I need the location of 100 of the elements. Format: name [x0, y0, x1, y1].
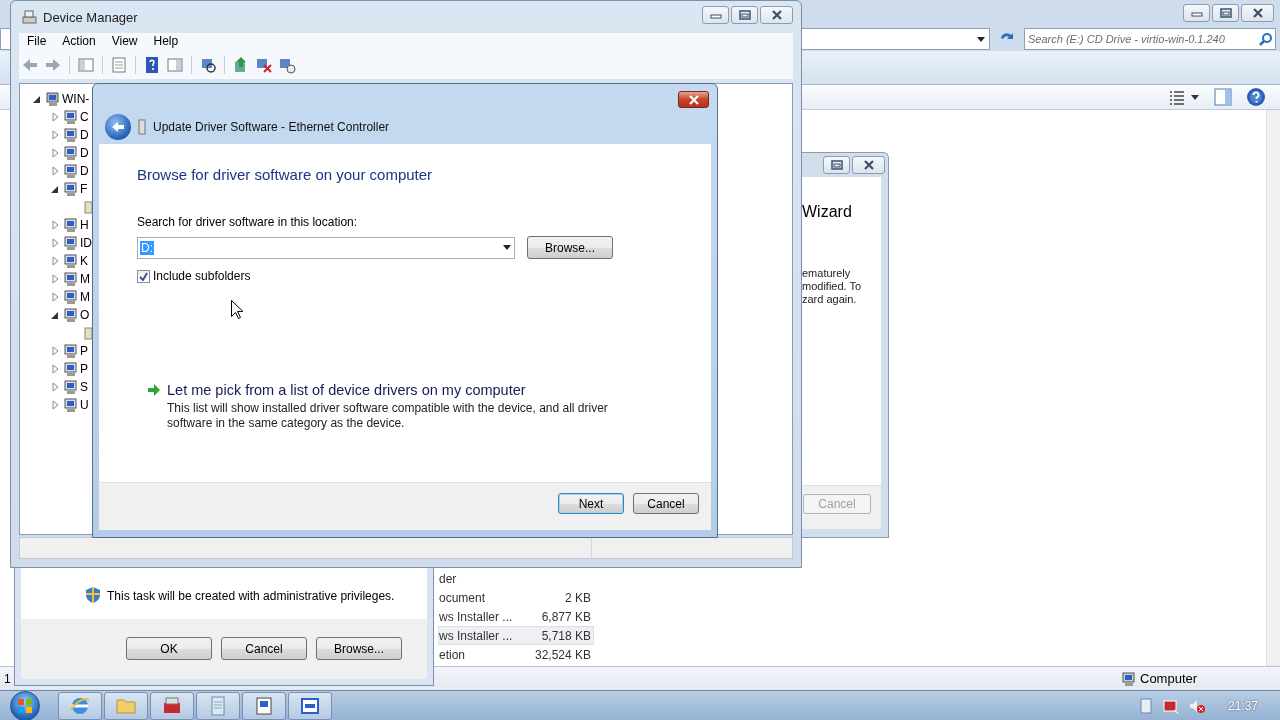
device-icon	[62, 289, 78, 305]
taskbar-button[interactable]	[288, 691, 332, 720]
maximize-button[interactable]	[1212, 4, 1239, 22]
disable-device-icon[interactable]	[255, 56, 273, 74]
uninstall-device-icon[interactable]	[278, 56, 296, 74]
expand-arrow-icon[interactable]	[50, 130, 60, 140]
device-icon	[62, 145, 78, 161]
tree-item[interactable]: H	[80, 218, 89, 232]
device-icon	[62, 127, 78, 143]
scan-hardware-icon[interactable]	[199, 56, 217, 74]
tree-item[interactable]: K	[80, 254, 88, 268]
device-icon	[62, 235, 78, 251]
tree-item[interactable]: M	[80, 272, 90, 286]
collapse-arrow-icon[interactable]	[32, 94, 42, 104]
menu-item[interactable]: View	[103, 33, 146, 51]
tree-item[interactable]: ID	[80, 236, 92, 250]
checkbox-label[interactable]: Include subfolders	[153, 269, 251, 283]
taskbar-button[interactable]	[242, 691, 286, 720]
tree-item[interactable]: F	[80, 182, 88, 196]
search-field[interactable]: Search (E:) CD Drive - virtio-win-0.1.240	[1024, 28, 1276, 50]
expand-arrow-icon[interactable]	[50, 382, 60, 392]
forward-arrow-icon[interactable]	[44, 56, 62, 74]
tree-item[interactable]: D	[80, 164, 89, 178]
device-icon	[1120, 670, 1136, 687]
close-button[interactable]	[852, 156, 885, 174]
tree-item[interactable]: O	[80, 308, 90, 322]
tree-item[interactable]: S	[80, 380, 88, 394]
expand-arrow-icon[interactable]	[50, 346, 60, 356]
maximize-button[interactable]	[731, 6, 758, 24]
document-icon[interactable]	[1137, 697, 1154, 714]
tree-item[interactable]: D	[80, 146, 89, 160]
collapse-arrow-icon[interactable]	[50, 184, 60, 194]
expand-arrow-icon[interactable]	[50, 166, 60, 176]
tree-item[interactable]: C	[80, 110, 89, 124]
view-list-icon[interactable]	[1168, 89, 1186, 105]
cancel-button[interactable]: Cancel	[633, 493, 699, 514]
link[interactable]: Let me pick from a list of device drivers on my computer	[167, 382, 622, 398]
menu-item[interactable]: File	[19, 33, 55, 51]
minimize-button[interactable]	[1183, 4, 1210, 22]
expand-arrow-icon[interactable]	[50, 292, 60, 302]
expand-arrow-icon[interactable]	[50, 256, 60, 266]
browse-button[interactable]: Browse...	[527, 236, 613, 259]
tree-item[interactable]: D	[80, 128, 89, 142]
close-button[interactable]	[1241, 4, 1274, 22]
menu-item[interactable]: Action	[54, 33, 104, 51]
tree-item[interactable]: P	[80, 344, 88, 358]
device-icon	[62, 163, 78, 179]
expand-arrow-icon[interactable]	[50, 364, 60, 374]
close-button[interactable]	[678, 91, 709, 108]
window-title: Device Manager	[43, 9, 139, 25]
tree-item[interactable]: WIN-	[62, 92, 90, 106]
network-icon[interactable]	[1161, 697, 1180, 714]
tree-item[interactable]: U	[80, 398, 89, 412]
file-row[interactable]: ws Installer ... 6,877 KB	[438, 607, 594, 626]
next-button[interactable]: Next	[558, 493, 624, 514]
menu-item[interactable]: Help	[145, 33, 187, 51]
expand-arrow-icon[interactable]	[50, 274, 60, 284]
expand-arrow-icon[interactable]	[50, 400, 60, 410]
help-icon[interactable]	[143, 56, 161, 74]
scrollbar[interactable]	[1266, 110, 1280, 666]
wizard-text: ematurely	[802, 267, 852, 280]
dropdown-arrow-icon[interactable]	[502, 243, 512, 252]
dialog-button[interactable]: Browse...	[316, 637, 402, 660]
device-icon	[62, 109, 78, 125]
start-button[interactable]	[10, 691, 40, 720]
file-row[interactable]: ws Installer ... 5,718 KB	[438, 626, 594, 645]
file-type-text: ws Installer ...	[439, 609, 514, 624]
back-button[interactable]	[105, 114, 131, 140]
file-row[interactable]: ocument 2 KB	[438, 588, 594, 607]
help-icon[interactable]	[1246, 87, 1266, 107]
start-logo-icon	[17, 697, 33, 714]
taskbar-button[interactable]	[196, 691, 240, 720]
minimize-button[interactable]	[702, 6, 729, 24]
expand-arrow-icon[interactable]	[50, 238, 60, 248]
close-button[interactable]	[760, 6, 793, 24]
computer-icon	[21, 9, 37, 25]
file-size-text: 6,877 KB	[540, 609, 591, 624]
file-row[interactable]: der	[438, 569, 594, 588]
taskbar-button[interactable]	[58, 691, 102, 720]
expand-arrow-icon[interactable]	[50, 220, 60, 230]
arrow-icon	[147, 383, 161, 397]
close-icon	[687, 94, 700, 105]
taskbar-button[interactable]	[150, 691, 194, 720]
tree-item[interactable]: M	[80, 290, 90, 304]
device-icon	[44, 91, 60, 107]
device-icon	[62, 307, 78, 323]
dropdown-arrow-icon[interactable]	[1190, 92, 1200, 102]
expand-arrow-icon[interactable]	[50, 112, 60, 122]
maximize-button[interactable]	[823, 156, 850, 174]
collapse-arrow-icon[interactable]	[50, 310, 60, 320]
checkbox[interactable]	[137, 269, 150, 283]
tree-item[interactable]: P	[80, 362, 88, 376]
expand-arrow-icon[interactable]	[50, 148, 60, 158]
close-icon	[770, 10, 783, 20]
search-icon[interactable]	[1259, 32, 1273, 46]
back-arrow-icon[interactable]	[21, 56, 39, 74]
taskbar-button[interactable]	[104, 691, 148, 720]
file-row[interactable]: etion 32,524 KB	[438, 645, 594, 664]
dialog-button[interactable]: OK	[126, 637, 212, 660]
dialog-button[interactable]: Cancel	[221, 637, 307, 660]
